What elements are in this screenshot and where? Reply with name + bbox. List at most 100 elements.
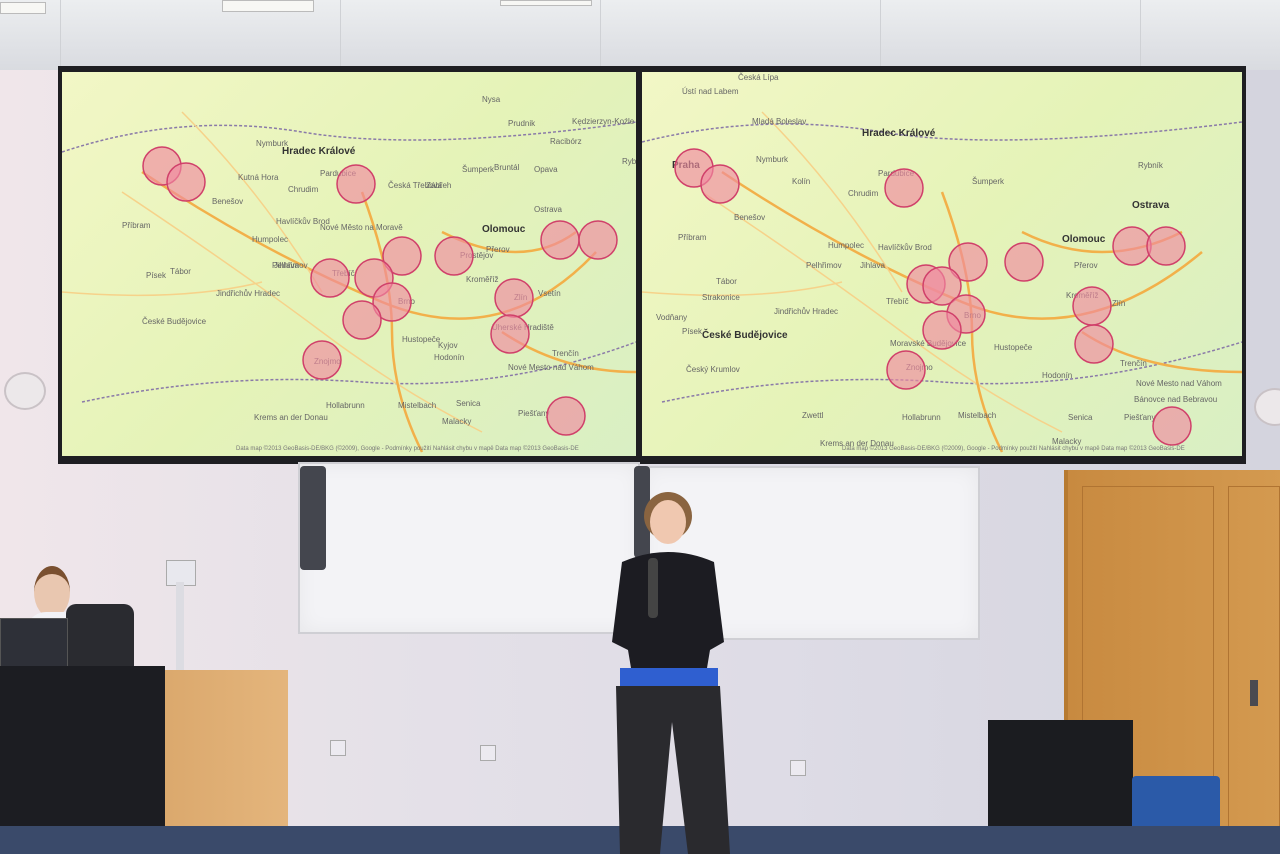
city-label: Hodonín: [1042, 371, 1072, 380]
city-label: Havlíčkův Brod: [276, 217, 330, 226]
map-copyright: Data map ©2013 GeoBasis-DE/BKG (©2009), …: [236, 445, 579, 452]
city-label: Senica: [1068, 413, 1093, 422]
city-label: Senica: [456, 399, 481, 408]
city-label: Nové Mesto nad Váhom: [1136, 379, 1222, 388]
wall-speaker-left: [4, 372, 46, 410]
wall-outlet: [480, 745, 496, 761]
city-label: Hradec Králové: [282, 146, 356, 157]
city-label: Hradec Králové: [862, 128, 936, 139]
map-marker: [336, 164, 376, 204]
map-right-svg: PrahaHradec KrálovéPardubiceKolínChrudim…: [642, 73, 1242, 453]
city-label: Mistelbach: [958, 411, 996, 420]
city-label: Ostrava: [1132, 200, 1170, 211]
city-label: Český Krumlov: [686, 365, 740, 374]
city-label: Mladá Boleslav: [752, 117, 806, 126]
city-label: Hustopeče: [402, 335, 441, 344]
ceiling-seam: [340, 0, 341, 70]
whiteboard-left: [298, 462, 640, 634]
map-screen-right: PrahaHradec KrálovéPardubiceKolínChrudim…: [642, 72, 1242, 456]
city-label: Benešov: [734, 213, 765, 222]
road: [121, 191, 483, 433]
city-label: Mistelbach: [398, 401, 436, 410]
city-label: Nysa: [482, 95, 501, 104]
map-marker: [884, 168, 924, 208]
city-label: Šumperk: [972, 177, 1005, 186]
map-marker: [434, 236, 474, 276]
country-border: [661, 341, 1242, 403]
map-marker: [922, 310, 962, 350]
city-label: Prudnik: [508, 119, 536, 128]
door-handle[interactable]: [1250, 680, 1258, 706]
map-marker: [1074, 324, 1114, 364]
city-label: Nymburk: [756, 155, 789, 164]
map-marker: [700, 164, 740, 204]
city-label: Nymburk: [256, 139, 289, 148]
city-label: Česká Lípa: [738, 73, 779, 82]
city-label: Hollabrunn: [326, 401, 365, 410]
city-label: Malacky: [442, 417, 471, 426]
city-label: Hollabrunn: [902, 413, 941, 422]
map-left-svg: Hradec KrálovéNymburkKutná Hora Pardubice…: [62, 95, 636, 453]
city-label: Tábor: [170, 267, 191, 276]
city-label: Kroměříž: [466, 275, 498, 284]
city-label: Ústí nad Labem: [682, 87, 739, 96]
city-label: Kędzierzyn-Koźle: [572, 117, 635, 126]
microphone: [648, 558, 658, 618]
city-label: Pelhřimov: [806, 261, 842, 270]
map-marker: [578, 220, 618, 260]
map-marker: [310, 258, 350, 298]
city-label: Zlín: [1112, 299, 1125, 308]
map-marker: [1072, 286, 1112, 326]
city-label: Vsetín: [538, 289, 561, 298]
city-label: Chrudim: [288, 185, 319, 194]
city-label: Krems an der Donau: [254, 413, 328, 422]
country-border: [642, 121, 1242, 143]
city-label: Rybník: [622, 157, 636, 166]
city-label: Příbram: [122, 221, 151, 230]
city-label: Písek: [146, 271, 167, 280]
map-marker: [886, 350, 926, 390]
city-label: Zwettl: [802, 411, 824, 420]
ceiling-seam: [60, 0, 61, 70]
city-label: České Budějovice: [702, 328, 788, 341]
city-label: Nové Město na Moravě: [320, 223, 403, 232]
city-label: Hustopeče: [994, 343, 1033, 352]
city-label: Vodňany: [656, 313, 687, 322]
city-label: Jindřichův Hradec: [774, 307, 838, 316]
city-label: Malacky: [1052, 437, 1081, 446]
road: [642, 281, 843, 297]
city-label: Jindřichův Hradec: [216, 289, 280, 298]
map-marker: [1004, 242, 1044, 282]
city-label: Kutná Hora: [238, 173, 279, 182]
map-marker: [540, 220, 580, 260]
ceiling-seam: [1140, 0, 1141, 70]
chair: [66, 604, 134, 670]
city-label: Piešťany: [518, 409, 549, 418]
city-label: Trenčín: [552, 349, 579, 358]
map-marker: [342, 300, 382, 340]
document-camera-arm: [176, 582, 184, 670]
presenter-pants: [616, 686, 730, 854]
city-label: Strakonice: [702, 293, 740, 302]
door-panel: [1228, 486, 1280, 828]
city-label: Jihlava: [860, 261, 885, 270]
city-label: České Budějovice: [142, 317, 207, 326]
map-marker: [1112, 226, 1152, 266]
city-label: Příbram: [678, 233, 707, 242]
map-marker: [166, 162, 206, 202]
map-marker: [1152, 406, 1192, 446]
map-marker: [1146, 226, 1186, 266]
city-label: Hodonín: [434, 353, 464, 362]
city-label: Bruntál: [494, 163, 520, 172]
city-label: Třebíč: [886, 297, 909, 306]
ceiling-seam: [600, 0, 601, 70]
laptop[interactable]: [0, 618, 68, 668]
ceiling: [0, 0, 1280, 72]
wall-outlet: [790, 760, 806, 776]
presenter-shirt: [620, 668, 718, 688]
seated-person-head: [34, 566, 70, 618]
city-label: Chrudim: [848, 189, 879, 198]
city-label: Tábor: [716, 277, 737, 286]
ceiling-light: [222, 0, 314, 12]
city-label: Trenčín: [1120, 359, 1147, 368]
